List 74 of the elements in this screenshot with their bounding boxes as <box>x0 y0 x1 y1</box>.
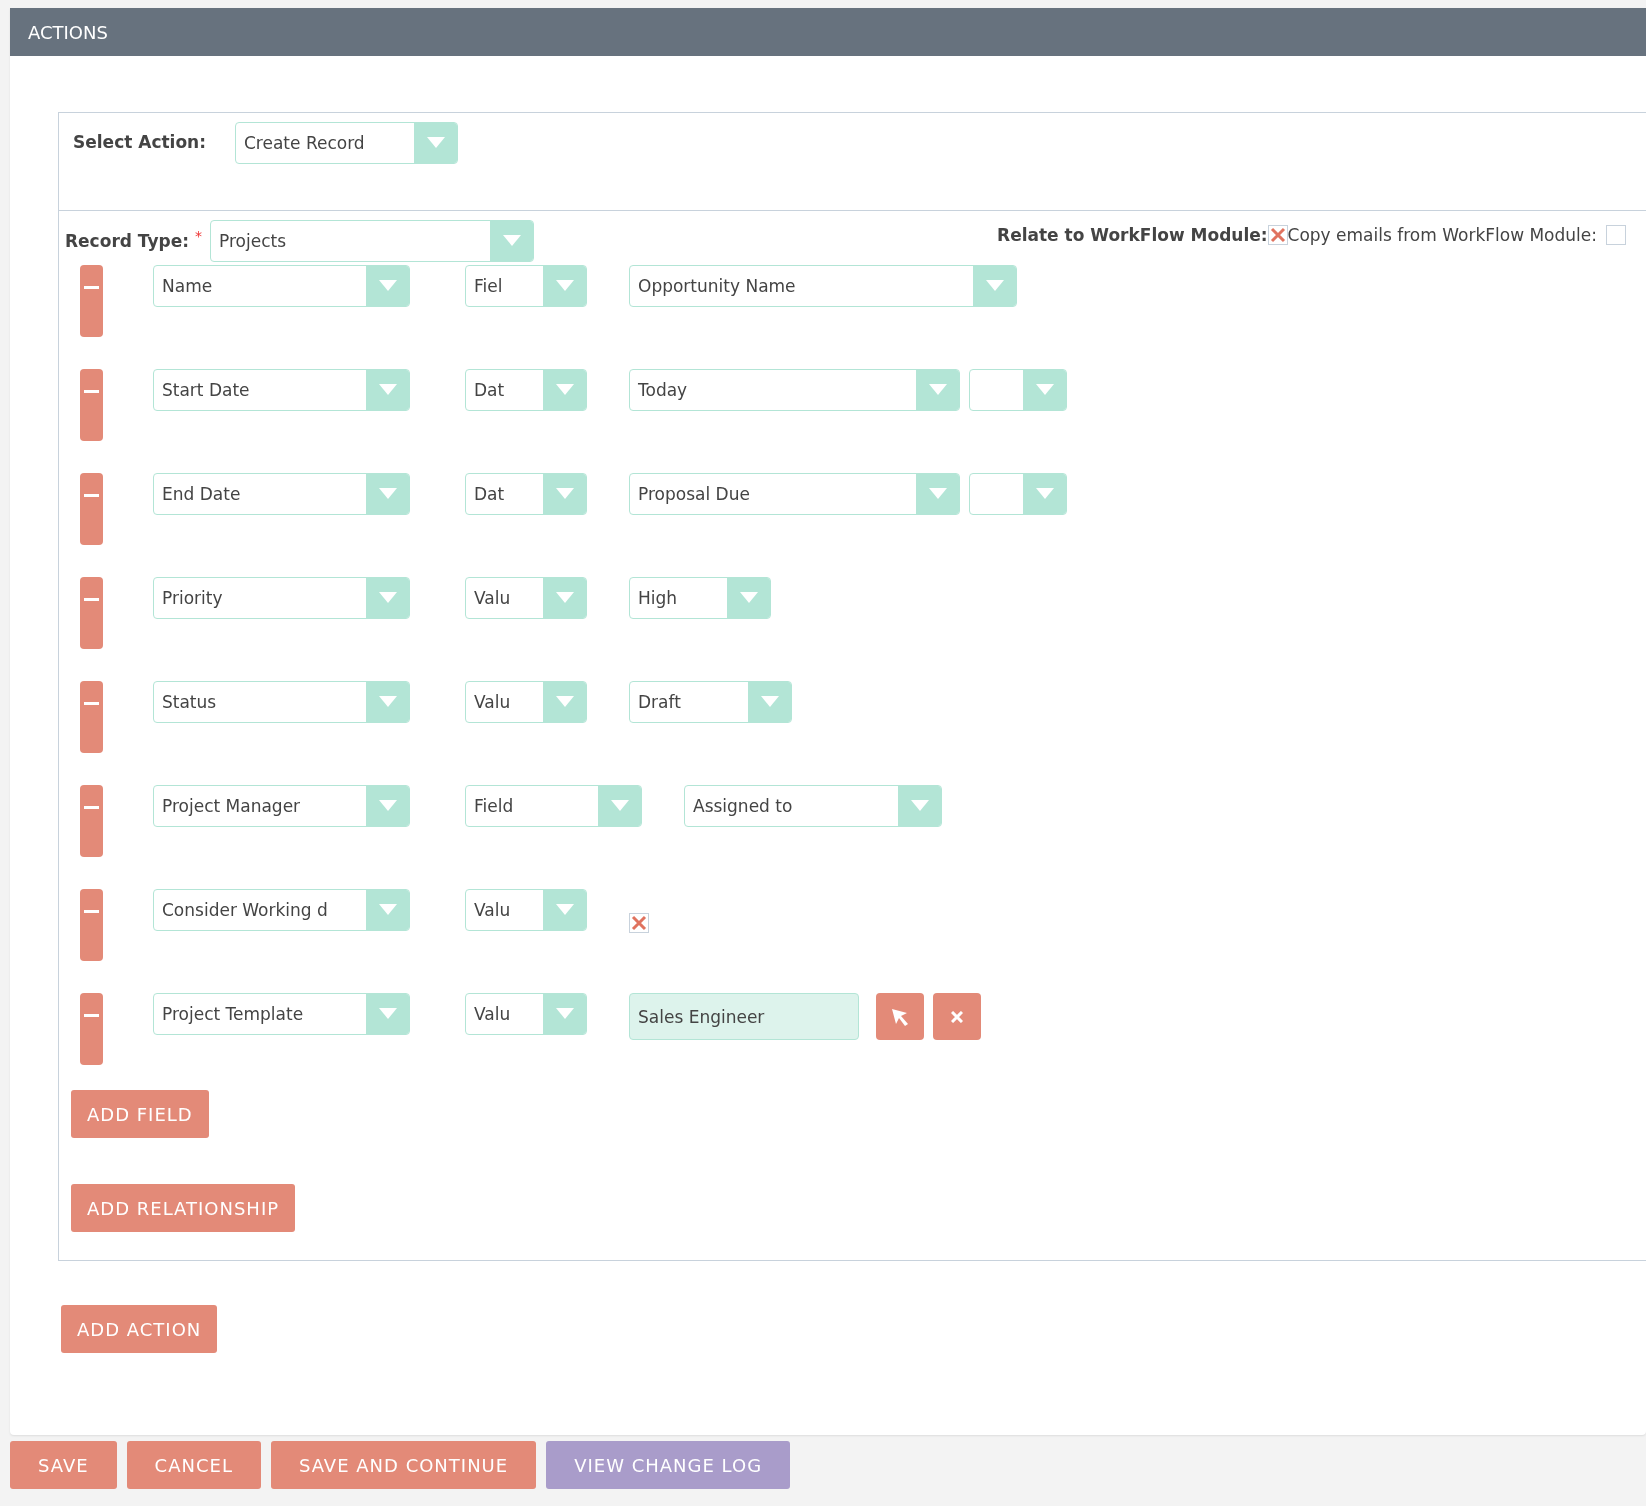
remove-field-button[interactable] <box>80 577 103 649</box>
source-type-select[interactable]: Valu <box>465 889 587 931</box>
source-type-select[interactable]: Fiel <box>465 265 587 307</box>
caret-icon <box>378 904 397 916</box>
field-name-select[interactable]: Status <box>153 681 410 723</box>
source-type-select[interactable]: Valu <box>465 993 587 1035</box>
caret-icon <box>378 280 397 292</box>
value-field[interactable]: Sales Engineer <box>629 993 859 1040</box>
copy-emails-label: Copy emails from WorkFlow Module: <box>1287 225 1597 245</box>
select-action-label: Select Action: <box>73 132 208 152</box>
caret-icon <box>378 592 397 604</box>
caret-icon <box>555 280 574 292</box>
remove-field-button[interactable] <box>80 681 103 753</box>
source-type-select[interactable]: Dat <box>465 369 587 411</box>
value-select[interactable]: Opportunity Name <box>629 265 1017 307</box>
relate-checkbox[interactable] <box>1267 225 1288 245</box>
caret-icon <box>378 696 397 708</box>
field-name-select[interactable]: Project Manager <box>153 785 410 827</box>
required-mark: * <box>195 228 202 244</box>
relate-workflow-label: Relate to WorkFlow Module: <box>997 225 1268 245</box>
offset-select[interactable] <box>969 473 1067 515</box>
value-select[interactable]: Assigned to <box>684 785 942 827</box>
caret-icon <box>555 488 574 500</box>
caret-icon <box>378 1008 397 1020</box>
caret-icon <box>760 696 779 708</box>
remove-field-button[interactable] <box>80 265 103 337</box>
caret-icon <box>610 800 629 812</box>
caret-icon <box>502 235 521 247</box>
remove-field-button[interactable] <box>80 889 103 961</box>
caret-icon <box>910 800 929 812</box>
field-name-select[interactable]: Name <box>153 265 410 307</box>
caret-icon <box>555 384 574 396</box>
record-type-label: Record Type: <box>65 231 189 251</box>
value-select[interactable]: Proposal Due <box>629 473 960 515</box>
action-select[interactable]: Create Record <box>235 122 458 164</box>
caret-icon <box>426 137 445 149</box>
remove-field-button[interactable] <box>80 473 103 545</box>
caret-icon <box>378 488 397 500</box>
field-name-select[interactable]: Priority <box>153 577 410 619</box>
remove-field-button[interactable] <box>80 369 103 441</box>
caret-icon <box>555 592 574 604</box>
caret-icon <box>739 592 758 604</box>
remove-field-button[interactable] <box>80 993 103 1065</box>
value-checkbox[interactable] <box>629 913 649 933</box>
field-name-select[interactable]: Consider Working d <box>153 889 410 931</box>
caret-icon <box>985 280 1004 292</box>
remove-field-button[interactable] <box>80 785 103 857</box>
caret-icon <box>1035 488 1054 500</box>
caret-icon <box>555 1008 574 1020</box>
source-type-select[interactable]: Field <box>465 785 642 827</box>
caret-icon <box>555 904 574 916</box>
caret-icon <box>378 384 397 396</box>
value-select[interactable]: Draft <box>629 681 792 723</box>
copy-emails-checkbox[interactable] <box>1606 225 1626 245</box>
select-button[interactable] <box>876 993 924 1040</box>
close-icon <box>951 1010 963 1023</box>
source-type-select[interactable]: Valu <box>465 681 587 723</box>
field-name-select[interactable]: End Date <box>153 473 410 515</box>
caret-icon <box>928 488 947 500</box>
section-title: ACTIONS <box>28 21 108 43</box>
field-name-select[interactable]: Start Date <box>153 369 410 411</box>
record-type-select[interactable]: Projects <box>210 220 534 262</box>
source-type-select[interactable]: Valu <box>465 577 587 619</box>
caret-icon <box>378 800 397 812</box>
offset-select[interactable] <box>969 369 1067 411</box>
field-name-select[interactable]: Project Template <box>153 993 410 1035</box>
clear-button[interactable] <box>933 993 981 1040</box>
caret-icon <box>555 696 574 708</box>
cursor-icon <box>890 1006 910 1027</box>
source-type-select[interactable]: Dat <box>465 473 587 515</box>
value-select[interactable]: High <box>629 577 771 619</box>
caret-icon <box>1035 384 1054 396</box>
value-select[interactable]: Today <box>629 369 960 411</box>
caret-icon <box>928 384 947 396</box>
